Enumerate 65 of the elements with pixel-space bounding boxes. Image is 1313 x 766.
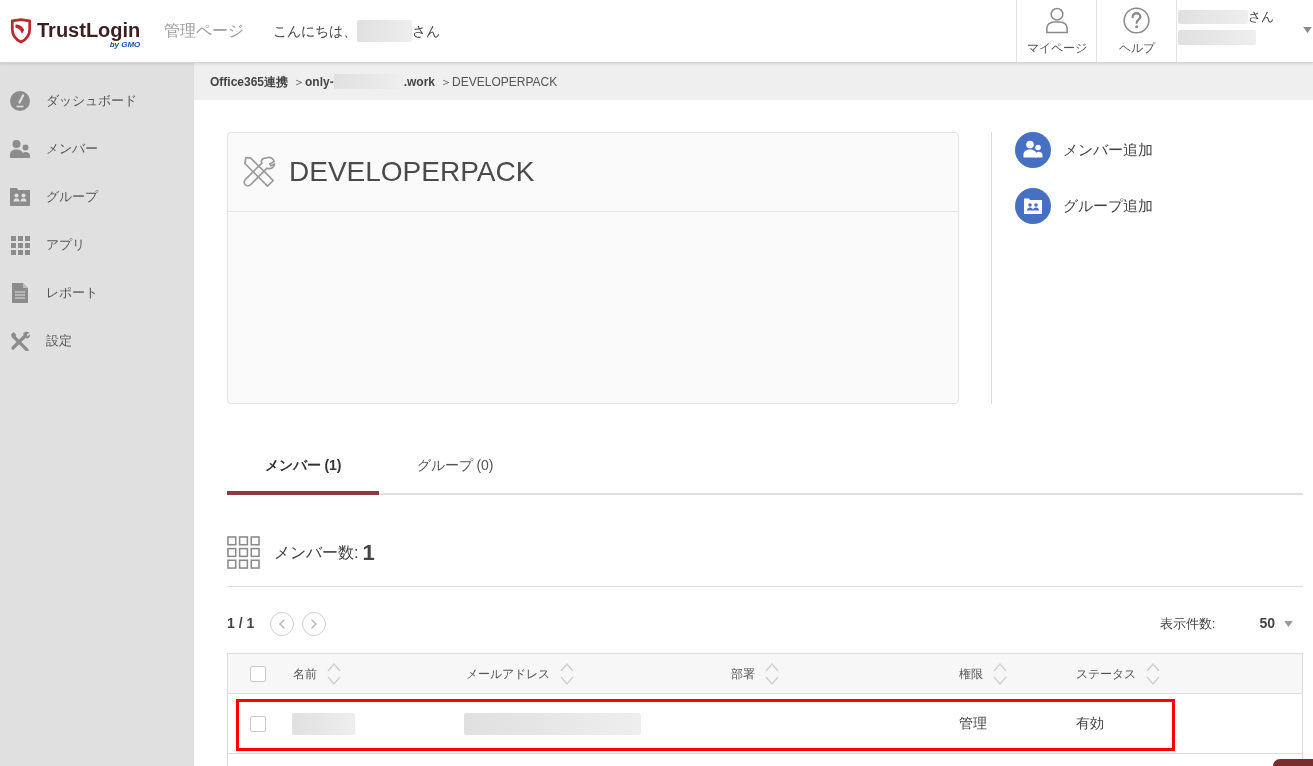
sort-icon[interactable]	[993, 661, 1007, 686]
checkbox[interactable]	[250, 715, 266, 732]
member-count-value: 1	[362, 540, 375, 565]
redacted-block	[1178, 10, 1248, 24]
logo-text: TrustLogin	[37, 19, 141, 41]
sidebar-item[interactable]: グループ	[0, 173, 194, 221]
column-header: 権限	[959, 665, 983, 683]
sort-icon[interactable]	[765, 661, 779, 686]
sort-icon[interactable]	[560, 661, 574, 686]
caret-down-icon	[1284, 620, 1293, 627]
grid-outline-icon	[227, 536, 260, 569]
table-cell-text: 管理	[959, 714, 987, 733]
sidebar-item[interactable]: レポート	[0, 269, 194, 317]
sidebar-item[interactable]: 設定	[0, 317, 194, 365]
gauge-icon	[10, 91, 30, 111]
tools-icon	[10, 331, 30, 351]
chevron-left-icon	[279, 618, 286, 629]
column-header: メールアドレス	[466, 665, 550, 683]
breadcrumb-separator: ＞	[293, 73, 306, 91]
people-icon	[10, 140, 30, 158]
sidebar-item[interactable]: ダッシュボード	[0, 77, 194, 125]
breadcrumb-current: DEVELOPERPACK	[452, 73, 558, 91]
greeting-text: こんにちは、	[273, 21, 358, 41]
redacted-block	[292, 712, 355, 735]
action-link[interactable]: メンバー追加	[1015, 132, 1153, 168]
column-header: 名前	[293, 665, 317, 683]
caret-down-icon	[1303, 27, 1312, 33]
tools-outline-icon	[242, 155, 276, 189]
tab[interactable]: グループ (0)	[379, 440, 531, 495]
document-icon	[12, 283, 28, 303]
person-icon	[1044, 7, 1069, 34]
logo-byline: by GMO	[109, 40, 141, 49]
table-cell-text: 有効	[1076, 714, 1104, 733]
redacted-block	[357, 20, 413, 42]
folder-people-icon	[10, 188, 30, 206]
greeting-text: さん	[412, 21, 441, 41]
page-section-title: 管理ページ	[164, 21, 245, 41]
sidebar-item[interactable]: メンバー	[0, 125, 194, 173]
sort-icon[interactable]	[327, 661, 341, 686]
breadcrumb-link[interactable]: Office365連携	[210, 72, 289, 91]
checkbox[interactable]	[250, 665, 266, 682]
floating-button[interactable]	[1273, 759, 1313, 766]
sidebar-item[interactable]: アプリ	[0, 221, 194, 269]
user-menu-button[interactable]: さん	[1176, 0, 1313, 62]
column-header: 部署	[731, 665, 755, 683]
per-page-select[interactable]: 50	[1259, 613, 1293, 634]
tab[interactable]: メンバー (1)	[227, 440, 379, 495]
help-icon	[1123, 7, 1150, 34]
chevron-right-icon	[311, 618, 318, 629]
add-people-icon	[1015, 132, 1051, 168]
member-count-label: メンバー数:	[274, 542, 359, 563]
column-header: ステータス	[1076, 665, 1136, 683]
sort-icon[interactable]	[1146, 661, 1160, 686]
nav-button[interactable]: マイページ	[1016, 0, 1096, 62]
nav-button[interactable]: ヘルプ	[1096, 0, 1176, 62]
breadcrumb-link[interactable]: only-	[305, 72, 334, 91]
per-page-label: 表示件数:	[1159, 614, 1216, 633]
add-group-icon	[1015, 188, 1051, 224]
card-title: DEVELOPERPACK	[289, 155, 535, 189]
breadcrumb-separator: ＞	[440, 73, 453, 91]
page-indicator: 1 / 1	[227, 614, 255, 633]
grid-icon	[10, 235, 30, 255]
breadcrumb-link[interactable]: .work	[403, 72, 436, 91]
action-link[interactable]: グループ追加	[1015, 188, 1153, 224]
shield-icon	[10, 18, 32, 44]
